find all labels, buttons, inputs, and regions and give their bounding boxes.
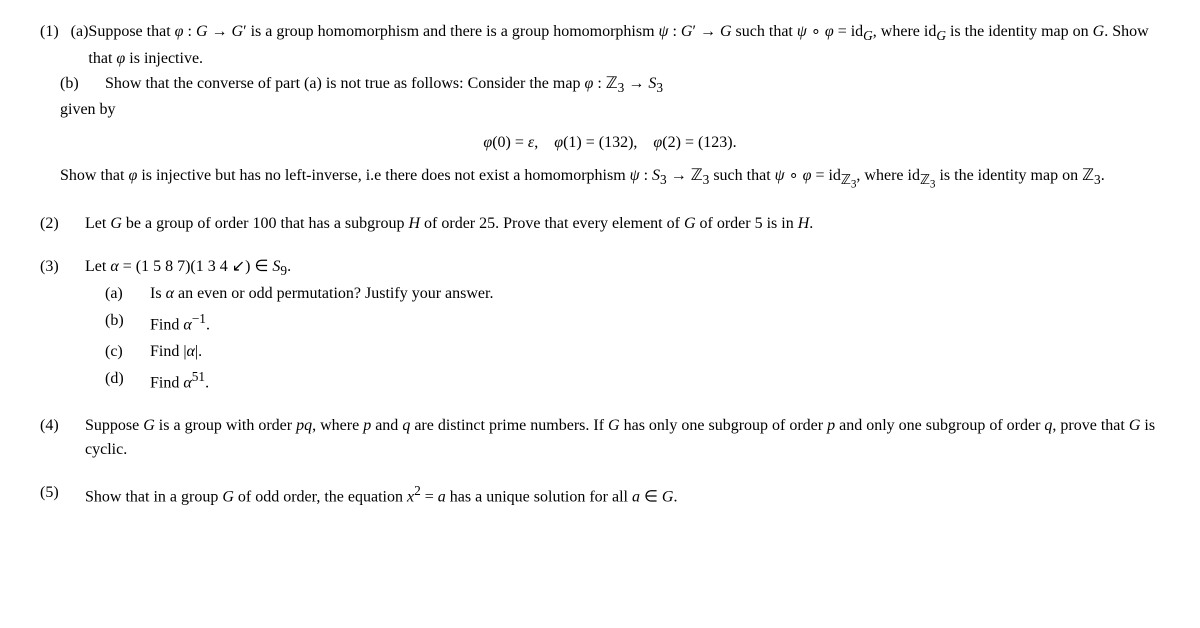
- problem-1b-given-line: given by: [60, 98, 1160, 123]
- problem-3b-text: Find α−1.: [150, 309, 1160, 338]
- problem-1b-label: (b): [60, 72, 105, 97]
- problem-3-header: (3) Let α = (1 5 8 7)(1 3 4 ↙) ∈ S9.: [40, 255, 1160, 282]
- problem-2: (2) Let G be a group of order 100 that h…: [40, 212, 1160, 237]
- problem-3d-label: (d): [105, 367, 150, 396]
- problem-1a-text: Suppose that φ : G → G′ is a group homom…: [88, 20, 1160, 72]
- problem-3b-label: (b): [105, 309, 150, 338]
- problem-4: (4) Suppose G is a group with order pq, …: [40, 414, 1160, 464]
- problem-1-header: (1) (a) Suppose that φ : G → G′ is a gro…: [40, 20, 1160, 72]
- problem-5-header: (5) Show that in a group G of odd order,…: [40, 481, 1160, 510]
- problem-4-header: (4) Suppose G is a group with order pq, …: [40, 414, 1160, 464]
- problem-1-number: (1) (a): [40, 20, 88, 45]
- problem-1b-formula: φ(0) = ε, φ(1) = (132), φ(2) = (123).: [60, 131, 1160, 156]
- problem-1b-row: (b) Show that the converse of part (a) i…: [60, 72, 1160, 99]
- problem-3a-text: Is α an even or odd permutation? Justify…: [150, 282, 1160, 307]
- problem-3: (3) Let α = (1 5 8 7)(1 3 4 ↙) ∈ S9. (a)…: [40, 255, 1160, 396]
- problem-3-parts: (a) Is α an even or odd permutation? Jus…: [105, 282, 1160, 396]
- problem-3c-label: (c): [105, 340, 150, 365]
- problem-3d-row: (d) Find α51.: [105, 367, 1160, 396]
- problem-2-header: (2) Let G be a group of order 100 that h…: [40, 212, 1160, 237]
- problem-1b-conclusion: Show that φ is injective but has no left…: [60, 164, 1160, 194]
- problem-5: (5) Show that in a group G of odd order,…: [40, 481, 1160, 510]
- problem-4-number: (4): [40, 414, 85, 439]
- problem-4-text: Suppose G is a group with order pq, wher…: [85, 414, 1160, 464]
- problem-2-text: Let G be a group of order 100 that has a…: [85, 212, 1160, 237]
- problem-5-text: Show that in a group G of odd order, the…: [85, 481, 1160, 510]
- problem-3c-text: Find |α|.: [150, 340, 1160, 365]
- problem-2-number: (2): [40, 212, 85, 237]
- problem-3c-row: (c) Find |α|.: [105, 340, 1160, 365]
- problem-5-number: (5): [40, 481, 85, 506]
- problem-1b-intro: Show that the converse of part (a) is no…: [105, 72, 1160, 99]
- page-content: (1) (a) Suppose that φ : G → G′ is a gro…: [40, 20, 1160, 510]
- problem-3-intro: Let α = (1 5 8 7)(1 3 4 ↙) ∈ S9.: [85, 255, 1160, 282]
- problem-3a-row: (a) Is α an even or odd permutation? Jus…: [105, 282, 1160, 307]
- problem-1b-wrap: (b) Show that the converse of part (a) i…: [60, 72, 1160, 195]
- problem-3-number: (3): [40, 255, 85, 280]
- problem-3b-row: (b) Find α−1.: [105, 309, 1160, 338]
- problem-1: (1) (a) Suppose that φ : G → G′ is a gro…: [40, 20, 1160, 194]
- problem-3d-text: Find α51.: [150, 367, 1160, 396]
- problem-3a-label: (a): [105, 282, 150, 307]
